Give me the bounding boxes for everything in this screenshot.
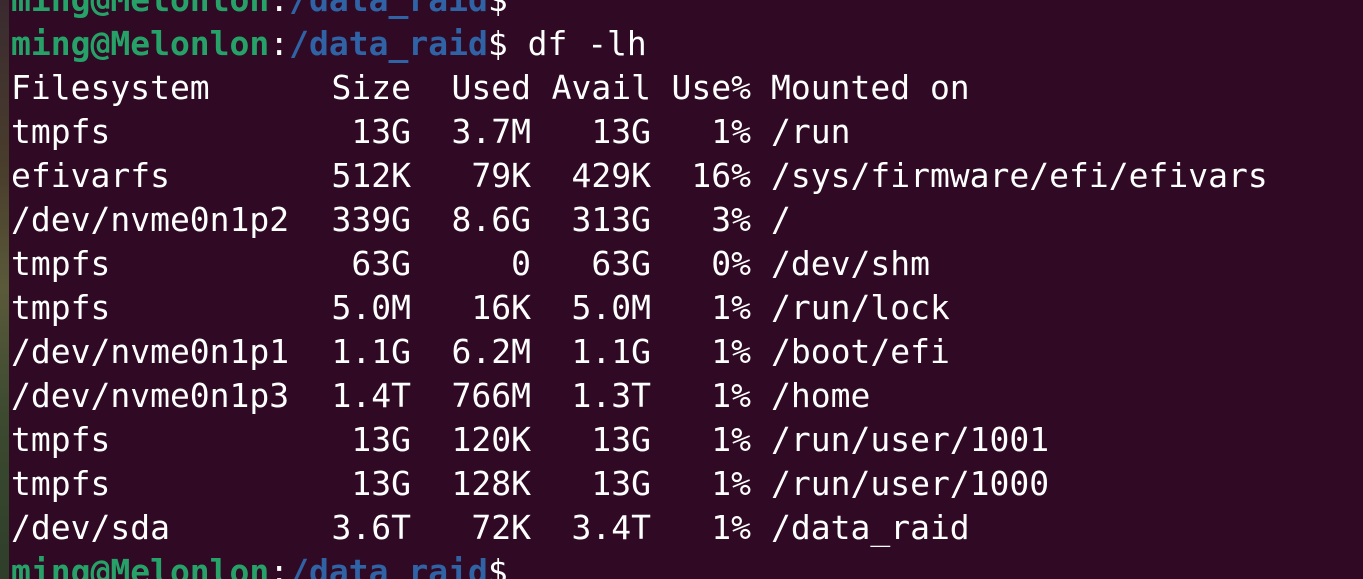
header-used: Used [451, 68, 531, 107]
row-filesystem: /dev/sda [11, 508, 170, 547]
row-avail: 1.1G [571, 332, 651, 371]
row-use-percent: 16% [691, 156, 751, 195]
row-avail: 313G [571, 200, 651, 239]
row-use-percent: 1% [711, 376, 751, 415]
row-use-percent: 1% [711, 288, 751, 327]
table-row: /dev/nvme0n1p2 339G 8.6G 313G 3% / [11, 198, 1363, 242]
table-row: efivarfs 512K 79K 429K 16% /sys/firmware/efi/… [11, 154, 1363, 198]
row-mounted-on: /boot/efi [771, 332, 950, 371]
row-used: 6.2M [451, 332, 531, 371]
terminal-output[interactable]: ming@Melonlon:/data_raid$ ming@Melonlon:… [11, 0, 1363, 579]
command-text: df -lh [507, 24, 647, 63]
table-row: tmpfs 13G 128K 13G 1% /run/user/1000 [11, 462, 1363, 506]
row-used: 766M [451, 376, 531, 415]
row-used: 3.7M [451, 112, 531, 151]
table-row: /dev/nvme0n1p3 1.4T 766M 1.3T 1% /home [11, 374, 1363, 418]
header-size: Size [331, 68, 411, 107]
prompt-path: /data_raid [289, 552, 488, 579]
header-mounted-on: Mounted on [771, 68, 970, 107]
row-size: 13G [351, 420, 411, 459]
row-filesystem: tmpfs [11, 288, 111, 327]
row-use-percent: 1% [711, 464, 751, 503]
row-mounted-on: /run/user/1000 [771, 464, 1050, 503]
row-filesystem: /dev/nvme0n1p2 [11, 200, 290, 239]
header-use-percent: Use% [671, 68, 751, 107]
row-filesystem: tmpfs [11, 112, 111, 151]
table-row: tmpfs 5.0M 16K 5.0M 1% /run/lock [11, 286, 1363, 330]
row-use-percent: 1% [711, 420, 751, 459]
prompt-user: ming@Melonlon [11, 552, 270, 579]
row-avail: 13G [591, 420, 651, 459]
row-use-percent: 1% [711, 508, 751, 547]
prompt-path: /data_raid [289, 0, 488, 19]
prompt-colon: : [269, 0, 289, 19]
row-filesystem: tmpfs [11, 420, 111, 459]
row-used: 120K [451, 420, 531, 459]
table-row: /dev/nvme0n1p1 1.1G 6.2M 1.1G 1% /boot/efi [11, 330, 1363, 374]
row-mounted-on: /data_raid [771, 508, 970, 547]
row-size: 512K [331, 156, 411, 195]
row-size: 339G [331, 200, 411, 239]
row-size: 5.0M [331, 288, 411, 327]
row-size: 3.6T [331, 508, 411, 547]
row-used: 8.6G [451, 200, 531, 239]
row-filesystem: /dev/nvme0n1p3 [11, 376, 290, 415]
prompt-path: /data_raid [289, 24, 488, 63]
prompt-symbol: $ [487, 552, 508, 579]
row-used: 72K [471, 508, 531, 547]
row-used: 16K [471, 288, 531, 327]
prompt-symbol: $ [487, 24, 508, 63]
row-mounted-on: /sys/firmware/efi/efivars [771, 156, 1268, 195]
row-use-percent: 1% [711, 332, 751, 371]
row-filesystem: /dev/nvme0n1p1 [11, 332, 290, 371]
prompt-user: ming@Melonlon [11, 24, 270, 63]
row-size: 1.4T [331, 376, 411, 415]
row-mounted-on: /run/user/1001 [771, 420, 1050, 459]
row-size: 13G [351, 464, 411, 503]
row-mounted-on: /home [771, 376, 871, 415]
row-size: 13G [351, 112, 411, 151]
row-filesystem: efivarfs [11, 156, 170, 195]
table-header: Filesystem Size Used Avail Use% Mounted on [11, 66, 1363, 110]
row-mounted-on: /run/lock [771, 288, 950, 327]
row-use-percent: 1% [711, 112, 751, 151]
prompt-colon: : [269, 552, 290, 579]
row-avail: 429K [571, 156, 651, 195]
table-row: tmpfs 13G 120K 13G 1% /run/user/1001 [11, 418, 1363, 462]
table-row: tmpfs 13G 3.7M 13G 1% /run [11, 110, 1363, 154]
header-avail: Avail [551, 68, 651, 107]
row-avail: 63G [591, 244, 651, 283]
row-avail: 1.3T [571, 376, 651, 415]
table-row: /dev/sda 3.6T 72K 3.4T 1% /data_raid [11, 506, 1363, 550]
row-mounted-on: /run [771, 112, 851, 151]
command-line: ming@Melonlon:/data_raid$ df -lh [11, 22, 1363, 66]
header-filesystem: Filesystem [11, 68, 210, 107]
row-used: 128K [451, 464, 531, 503]
prompt-symbol: $ [488, 0, 508, 19]
prompt-user: ming@Melonlon [11, 0, 269, 19]
row-avail: 3.4T [571, 508, 651, 547]
row-filesystem: tmpfs [11, 244, 111, 283]
desktop-background-strip [0, 0, 9, 579]
row-mounted-on: / [771, 200, 791, 239]
row-mounted-on: /dev/shm [771, 244, 930, 283]
previous-prompt-line: ming@Melonlon:/data_raid$ [11, 0, 1363, 22]
row-avail: 5.0M [571, 288, 651, 327]
row-size: 63G [351, 244, 411, 283]
row-use-percent: 0% [711, 244, 751, 283]
row-avail: 13G [591, 464, 651, 503]
row-size: 1.1G [331, 332, 411, 371]
row-filesystem: tmpfs [11, 464, 111, 503]
prompt-colon: : [269, 24, 290, 63]
current-prompt-line[interactable]: ming@Melonlon:/data_raid$ [11, 550, 1363, 579]
row-used: 79K [471, 156, 531, 195]
row-used: 0 [511, 244, 531, 283]
table-row: tmpfs 63G 0 63G 0% /dev/shm [11, 242, 1363, 286]
row-avail: 13G [591, 112, 651, 151]
row-use-percent: 3% [711, 200, 751, 239]
